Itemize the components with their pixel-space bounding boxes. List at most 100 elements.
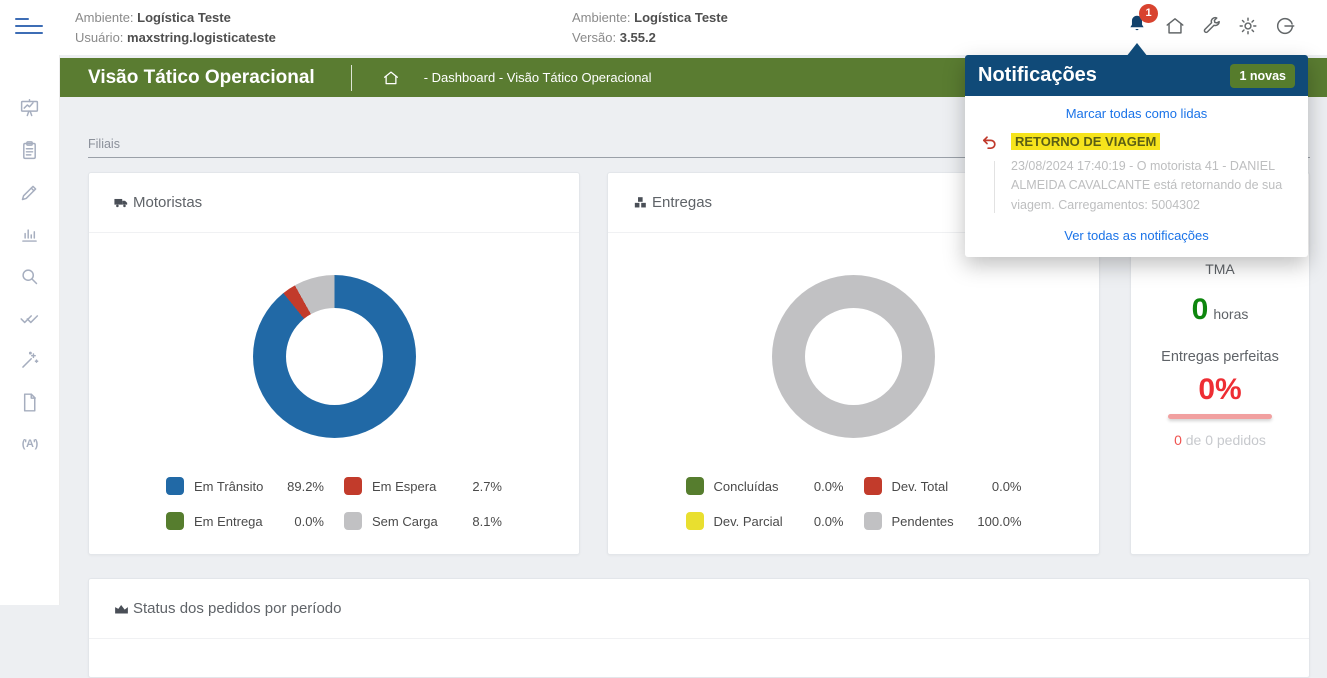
legend-label: Dev. Total bbox=[892, 479, 949, 494]
popup-caret bbox=[1126, 43, 1148, 57]
notifications-popup-header: Notificações 1 novas bbox=[965, 55, 1308, 96]
motoristas-card: Motoristas Em Trânsito 89.2% Em Espera 2.7%… bbox=[88, 172, 580, 555]
notification-count-badge[interactable]: 1 bbox=[1139, 4, 1158, 23]
document-icon[interactable] bbox=[19, 391, 41, 413]
menu-hamburger-icon[interactable] bbox=[15, 18, 43, 38]
notification-item[interactable]: RETORNO DE VIAGEM 23/08/2024 17:40:19 - … bbox=[981, 133, 1292, 215]
legend-swatch bbox=[166, 512, 184, 530]
motoristas-card-title: Motoristas bbox=[133, 194, 202, 211]
status-pedidos-title: Status dos pedidos por período bbox=[133, 600, 341, 617]
page-title: Visão Tático Operacional bbox=[88, 67, 315, 89]
legend-item: Em Espera 2.7% bbox=[344, 477, 502, 495]
environment-info-center: Ambiente: Logística Teste Versão: 3.55.2 bbox=[572, 8, 728, 48]
legend-item: Dev. Total 0.0% bbox=[864, 477, 1022, 495]
legend-swatch bbox=[864, 477, 882, 495]
pedidos-rest: de 0 pedidos bbox=[1182, 432, 1266, 448]
logout-icon[interactable] bbox=[1274, 15, 1296, 37]
bar-chart-icon[interactable] bbox=[19, 223, 41, 245]
legend-label: Dev. Parcial bbox=[714, 514, 783, 529]
legend-label: Pendentes bbox=[892, 514, 954, 529]
notification-title[interactable]: RETORNO DE VIAGEM bbox=[1011, 133, 1160, 150]
legend-item: Pendentes 100.0% bbox=[864, 512, 1022, 530]
usuario-value: maxstring.logisticateste bbox=[127, 30, 276, 45]
legend-item: Em Trânsito 89.2% bbox=[166, 477, 324, 495]
legend-swatch bbox=[166, 477, 184, 495]
double-check-icon[interactable] bbox=[19, 307, 41, 329]
sidebar: ('A') bbox=[0, 55, 60, 605]
wrench-icon[interactable] bbox=[1201, 15, 1223, 37]
pedidos-count: 0 bbox=[1174, 432, 1182, 448]
legend-swatch bbox=[344, 512, 362, 530]
usuario-label: Usuário: bbox=[75, 30, 123, 45]
motoristas-card-header: Motoristas bbox=[89, 173, 579, 233]
clipboard-icon[interactable] bbox=[19, 139, 41, 161]
ambiente-value: Logística Teste bbox=[137, 10, 231, 25]
entregas-card-title: Entregas bbox=[652, 194, 712, 211]
undo-arrow-icon bbox=[981, 133, 1011, 215]
versao-label: Versão: bbox=[572, 30, 616, 45]
legend-label: Em Entrega bbox=[194, 514, 263, 529]
legend-value: 0.0% bbox=[814, 514, 844, 529]
entregas-perfeitas-value: 0% bbox=[1131, 373, 1309, 407]
legend-item: Em Entrega 0.0% bbox=[166, 512, 324, 530]
legend-label: Concluídas bbox=[714, 479, 779, 494]
ambiente-value: Logística Teste bbox=[634, 10, 728, 25]
legend-value: 2.7% bbox=[472, 479, 502, 494]
broadcast-icon[interactable]: ('A') bbox=[19, 433, 41, 455]
legend-label: Sem Carga bbox=[372, 514, 438, 529]
entregas-donut-chart bbox=[772, 275, 935, 438]
legend-value: 8.1% bbox=[472, 514, 502, 529]
legend-value: 0.0% bbox=[814, 479, 844, 494]
pencil-icon[interactable] bbox=[19, 181, 41, 203]
truck-icon bbox=[113, 194, 130, 211]
area-chart-icon bbox=[113, 600, 130, 617]
pedidos-summary: 0 de 0 pedidos bbox=[1131, 432, 1309, 448]
legend-swatch bbox=[686, 512, 704, 530]
legend-label: Em Trânsito bbox=[194, 479, 263, 494]
notification-body: 23/08/2024 17:40:19 - O motorista 41 - D… bbox=[1011, 157, 1291, 215]
entregas-legend: Concluídas0.0%Dev. Total0.0%Dev. Parcial… bbox=[608, 477, 1099, 530]
search-icon[interactable] bbox=[19, 265, 41, 287]
versao-value: 3.55.2 bbox=[620, 30, 656, 45]
legend-value: 0.0% bbox=[294, 514, 324, 529]
notification-timeline bbox=[994, 161, 995, 213]
legend-value: 89.2% bbox=[287, 479, 324, 494]
entregas-perfeitas-bar bbox=[1168, 414, 1272, 419]
entregas-perfeitas-label: Entregas perfeitas bbox=[1131, 349, 1309, 365]
motoristas-legend: Em Trânsito 89.2% Em Espera 2.7% Em Entrega 0… bbox=[89, 477, 579, 530]
magic-wand-icon[interactable] bbox=[19, 349, 41, 371]
breadcrumb-home-icon[interactable] bbox=[382, 69, 400, 87]
notifications-popup-body: Marcar todas como lidas RETORNO DE VIAGE… bbox=[965, 96, 1308, 257]
legend-item: Concluídas 0.0% bbox=[686, 477, 844, 495]
ambiente-label: Ambiente: bbox=[572, 10, 631, 25]
legend-item: Dev. Parcial 0.0% bbox=[686, 512, 844, 530]
notifications-popup: Notificações 1 novas Marcar todas como l… bbox=[965, 55, 1308, 257]
legend-swatch bbox=[686, 477, 704, 495]
tma-value: 0horas bbox=[1131, 293, 1309, 327]
filiais-field-label: Filiais bbox=[88, 137, 120, 151]
motoristas-donut-chart bbox=[253, 275, 416, 438]
view-all-notifications-link[interactable]: Ver todas as notificações bbox=[981, 228, 1292, 243]
boxes-icon bbox=[632, 194, 649, 211]
legend-item: Sem Carga 8.1% bbox=[344, 512, 502, 530]
status-pedidos-header: Status dos pedidos por período bbox=[89, 579, 1309, 639]
settings-gear-icon[interactable] bbox=[1237, 15, 1259, 37]
new-notifications-badge[interactable]: 1 novas bbox=[1230, 64, 1295, 88]
presentation-chart-icon[interactable] bbox=[19, 97, 41, 119]
tma-unit: horas bbox=[1213, 306, 1248, 322]
tma-number: 0 bbox=[1192, 293, 1209, 326]
notifications-title: Notificações bbox=[978, 64, 1097, 87]
environment-info-left: Ambiente: Logística Teste Usuário: maxst… bbox=[75, 8, 276, 48]
header-divider bbox=[351, 65, 352, 91]
breadcrumb: - Dashboard - Visão Tático Operacional bbox=[424, 70, 652, 85]
legend-value: 0.0% bbox=[992, 479, 1022, 494]
legend-swatch bbox=[864, 512, 882, 530]
tma-label: TMA bbox=[1131, 261, 1309, 277]
home-icon[interactable] bbox=[1164, 15, 1186, 37]
mark-all-read-link[interactable]: Marcar todas como lidas bbox=[981, 106, 1292, 121]
status-pedidos-card: Status dos pedidos por período bbox=[88, 578, 1310, 678]
legend-value: 100.0% bbox=[977, 514, 1021, 529]
legend-swatch bbox=[344, 477, 362, 495]
ambiente-label: Ambiente: bbox=[75, 10, 134, 25]
legend-label: Em Espera bbox=[372, 479, 436, 494]
